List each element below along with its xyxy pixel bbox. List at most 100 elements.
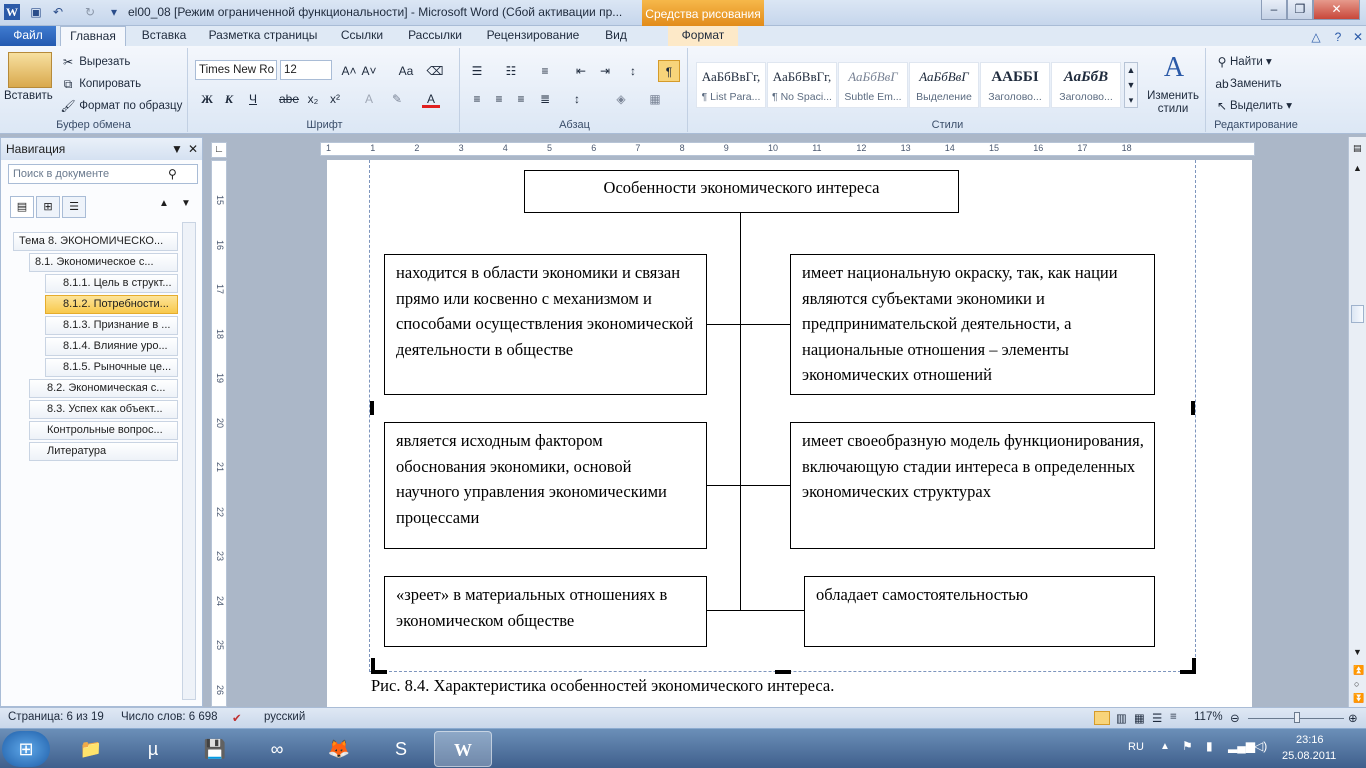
format-painter-button[interactable]: 🖌 Формат по образцу [60, 98, 182, 114]
increase-indent-icon[interactable]: ⇥ [596, 62, 614, 80]
canvas-handle-left[interactable] [370, 401, 374, 415]
font-size-combo[interactable]: 12 [280, 60, 332, 80]
clock-date[interactable]: 25.08.2011 [1282, 750, 1336, 762]
style-emphasis[interactable]: АаБбВвГ Выделение [909, 62, 979, 108]
tab-insert[interactable]: Вставка [134, 26, 194, 46]
undo-icon[interactable]: ↶ [50, 4, 66, 20]
nav-item-literature[interactable]: Литература [29, 442, 178, 461]
replace-button[interactable]: abЗаменить [1214, 76, 1281, 92]
tab-format[interactable]: Формат [668, 26, 738, 46]
minimize-ribbon-icon[interactable]: △ [1308, 29, 1324, 45]
select-button[interactable]: ↖ Выделить ▾ [1214, 98, 1292, 114]
minimize-button[interactable]: – [1261, 0, 1287, 20]
nav-headings-tab-icon[interactable]: ▤ [10, 196, 34, 218]
browse-object-icon[interactable]: ○ [1354, 679, 1359, 689]
redo-icon[interactable]: ↻ [82, 4, 98, 20]
battery-icon[interactable]: ▮ [1206, 739, 1213, 753]
align-right-icon[interactable]: ≡ [512, 90, 530, 108]
style-subtle-emphasis[interactable]: АаБбВвГ Subtle Em... [838, 62, 908, 108]
subscript-button[interactable]: x₂ [304, 90, 322, 108]
font-name-combo[interactable]: Times New Ro [195, 60, 277, 80]
zoom-in-icon[interactable]: ⊕ [1348, 711, 1358, 725]
nav-item-8-3[interactable]: 8.3. Успех как объект... [29, 400, 178, 419]
scroll-thumb[interactable] [1351, 305, 1364, 323]
next-page-icon[interactable]: ⏬ [1353, 693, 1364, 704]
ribbon-close-icon[interactable]: ✕ [1350, 29, 1366, 45]
canvas-handle-bottom[interactable] [775, 670, 791, 674]
nav-options-icon[interactable]: ▼ [171, 138, 183, 160]
tab-page-layout[interactable]: Разметка страницы [204, 26, 322, 46]
nav-item-8-1-3[interactable]: 8.1.3. Признание в ... [45, 316, 178, 335]
left-box-2[interactable]: является исходным фактором обоснования э… [384, 422, 707, 549]
nav-pages-tab-icon[interactable]: ⊞ [36, 196, 60, 218]
canvas-handle-right[interactable] [1191, 401, 1195, 415]
nav-prev-icon[interactable]: ▲ [159, 198, 169, 209]
bullets-icon[interactable]: ☰ [468, 62, 486, 80]
word-taskbar-icon[interactable]: W [434, 731, 492, 767]
borders-icon[interactable]: ▦ [646, 90, 664, 108]
flag-icon[interactable]: ⚑ [1182, 739, 1193, 753]
cut-button[interactable]: ✂ Вырезать [60, 54, 130, 70]
strikethrough-button[interactable]: abe [278, 90, 300, 108]
volume-icon[interactable]: ◁) [1254, 739, 1267, 753]
customize-quick-access-icon[interactable]: ▾ [106, 4, 122, 20]
underline-button[interactable]: Ч [244, 90, 262, 108]
font-color-icon[interactable]: A [422, 90, 440, 108]
text-effects-icon[interactable]: A [360, 90, 378, 108]
style-no-spacing[interactable]: АаБбВвГг, ¶ No Spaci... [767, 62, 837, 108]
nav-item-8-1[interactable]: 8.1. Экономическое с... [29, 253, 178, 272]
page-count[interactable]: Страница: 6 из 19 [8, 711, 104, 723]
clear-formatting-icon[interactable]: ⌫ [426, 62, 444, 80]
style-heading-1[interactable]: ААББІ Заголово... [980, 62, 1050, 108]
print-layout-icon[interactable] [1094, 711, 1110, 725]
utorrent-icon[interactable]: µ [124, 731, 182, 767]
floppy-icon[interactable]: 💾 [186, 731, 244, 767]
firefox-icon[interactable]: 🦊 [310, 731, 368, 767]
nav-item-control-questions[interactable]: Контрольные вопрос... [29, 421, 178, 440]
word-app-icon[interactable]: W [4, 4, 20, 20]
change-styles-button[interactable]: Изменить стили [1142, 90, 1204, 116]
clock-time[interactable]: 23:16 [1296, 734, 1324, 746]
restore-button[interactable]: ❐ [1287, 0, 1313, 20]
nav-item-8-1-5[interactable]: 8.1.5. Рыночные це... [45, 358, 178, 377]
nav-close-icon[interactable]: ✕ [188, 138, 198, 160]
shrink-font-icon[interactable]: A˅ [360, 62, 378, 80]
web-layout-icon[interactable]: ▦ [1134, 711, 1145, 725]
ruler-toggle-icon[interactable]: ▤ [1353, 143, 1362, 154]
zoom-slider-thumb[interactable] [1294, 712, 1300, 723]
scroll-down-icon[interactable]: ▼ [1353, 647, 1362, 657]
change-case-icon[interactable]: Aa [394, 62, 418, 80]
language-indicator[interactable]: русский [264, 711, 305, 723]
tab-view[interactable]: Вид [598, 26, 634, 46]
nav-item-topic8[interactable]: Тема 8. ЭКОНОМИЧЕСКО... [13, 232, 178, 251]
superscript-button[interactable]: x² [326, 90, 344, 108]
start-button[interactable]: ⊞ [2, 731, 50, 767]
align-center-icon[interactable]: ≡ [490, 90, 508, 108]
canvas-corner-br[interactable] [1180, 658, 1196, 674]
highlight-icon[interactable]: ✎ [388, 90, 406, 108]
find-button[interactable]: ⚲ Найти ▾ [1214, 54, 1272, 70]
line-spacing-icon[interactable]: ↕ [568, 90, 586, 108]
tab-mailings[interactable]: Рассылки [400, 26, 470, 46]
prev-page-icon[interactable]: ⏫ [1353, 665, 1364, 676]
align-left-icon[interactable]: ≡ [468, 90, 486, 108]
show-formatting-button[interactable]: ¶ [658, 60, 680, 82]
help-icon[interactable]: ? [1330, 29, 1346, 45]
bold-button[interactable]: Ж [198, 90, 216, 108]
decrease-indent-icon[interactable]: ⇤ [572, 62, 590, 80]
right-box-3[interactable]: обладает самостоятельностью [804, 576, 1155, 647]
nav-scrollbar[interactable] [182, 222, 196, 700]
change-styles-icon[interactable]: A [1146, 52, 1202, 84]
nav-item-8-1-1[interactable]: 8.1.1. Цель в структ... [45, 274, 178, 293]
tray-expand-icon[interactable]: ▲ [1160, 741, 1170, 752]
styles-scroll-buttons[interactable]: ▲ ▼ ▾ [1124, 62, 1138, 108]
style-list-paragraph[interactable]: АаБбВвГг, ¶ List Para... [696, 62, 766, 108]
paste-button[interactable]: Вставить [4, 90, 53, 102]
reading-layout-icon[interactable]: ▥ [1116, 711, 1127, 725]
right-box-1[interactable]: имеет национальную окраску, так, как нац… [790, 254, 1155, 395]
left-box-3[interactable]: «зреет» в материальных отношениях в экон… [384, 576, 707, 647]
left-box-1[interactable]: находится в области экономики и связан п… [384, 254, 707, 395]
search-icon[interactable]: ⚲ [168, 167, 177, 181]
draft-icon[interactable]: ≡ [1170, 711, 1177, 723]
outline-icon[interactable]: ☰ [1152, 711, 1162, 725]
